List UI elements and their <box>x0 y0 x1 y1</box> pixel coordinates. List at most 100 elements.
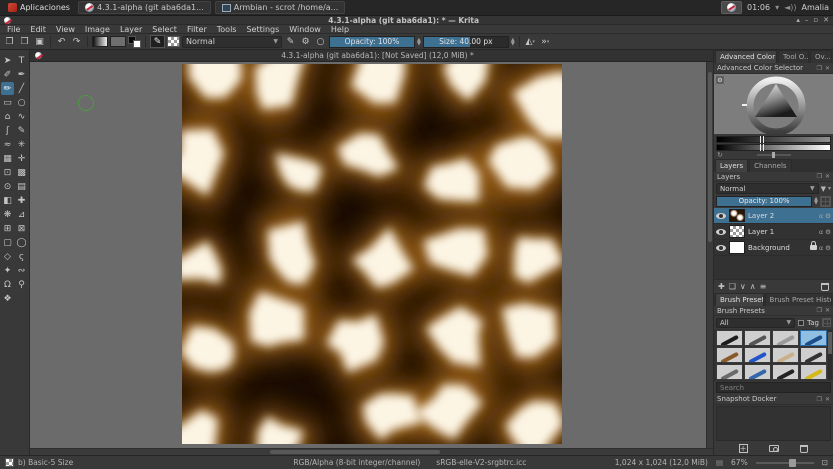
value-slider[interactable] <box>716 136 831 143</box>
tool-similar-select[interactable]: ✦ <box>1 264 14 277</box>
brush-preset-1[interactable] <box>744 330 771 346</box>
tool-magnetic-select[interactable]: Ω <box>1 278 14 291</box>
layer-opacity-slider[interactable]: Opacity: 100% <box>716 196 812 207</box>
tool-polygon[interactable]: ⌂ <box>1 110 14 123</box>
brush-preset-9[interactable] <box>744 364 771 380</box>
tag-checkbox[interactable] <box>798 320 804 326</box>
close-icon[interactable]: ✕ <box>825 65 830 72</box>
delete-layer-button[interactable] <box>821 283 829 291</box>
filter-funnel-icon[interactable]: ▼ <box>821 185 826 193</box>
menu-layer[interactable]: Layer <box>115 25 147 34</box>
opacity-spinner[interactable]: ▲▼ <box>417 38 421 46</box>
alpha-lock-icon[interactable]: α <box>819 212 823 220</box>
float-docker-icon[interactable]: ❐ <box>817 65 822 72</box>
volume-icon[interactable]: ◄)) <box>784 3 796 12</box>
visibility-eye-icon[interactable] <box>716 229 726 235</box>
tool-measure[interactable]: ⊿ <box>15 208 28 221</box>
float-docker-icon[interactable]: ❐ <box>817 396 822 403</box>
chevron-down-icon[interactable]: ▾ <box>775 3 779 12</box>
applications-menu[interactable]: Aplicaciones <box>4 2 74 13</box>
krita-tray-button[interactable] <box>721 1 742 14</box>
brush-preset-2[interactable] <box>772 330 799 346</box>
tool-dynamic-brush[interactable]: ≈ <box>1 138 14 151</box>
fg-bg-colors[interactable] <box>128 36 141 48</box>
new-document-icon[interactable]: ❐ <box>3 35 16 48</box>
tool-pattern-edit[interactable]: ▤ <box>15 180 28 193</box>
brush-preset-3[interactable] <box>800 330 827 346</box>
opacity-slider[interactable]: Opacity: 100% <box>329 36 415 48</box>
canvas-area[interactable] <box>30 62 713 448</box>
undo-icon[interactable]: ↶ <box>55 35 68 48</box>
canvas-image[interactable] <box>182 64 562 444</box>
tool-bezier-select[interactable]: ∾ <box>15 264 28 277</box>
brush-preset-10[interactable] <box>772 364 799 380</box>
menu-edit[interactable]: Edit <box>25 25 51 34</box>
tab-0[interactable]: Layers <box>715 159 748 172</box>
docker-tab-0[interactable]: Advanced Color S... <box>715 50 777 63</box>
layer-row-0[interactable]: Layer 2α⚙ <box>714 208 833 224</box>
move-layer-up-button[interactable]: ∧ <box>750 282 756 291</box>
add-snapshot-button[interactable]: + <box>739 444 748 453</box>
zoom-slider[interactable] <box>756 462 814 464</box>
redo-icon[interactable]: ↷ <box>70 35 83 48</box>
brush-preset-6[interactable] <box>772 347 799 363</box>
layer-list-empty[interactable] <box>714 256 833 279</box>
brush-preset-7[interactable] <box>800 347 827 363</box>
fill-pattern-button[interactable] <box>167 36 180 47</box>
tool-polygon-select[interactable]: ◇ <box>1 250 14 263</box>
tool-freehand-brush[interactable]: ✏ <box>1 82 14 95</box>
document-tab[interactable]: 4.3.1-alpha (git aba6da1): [Not Saved] (… <box>30 50 713 62</box>
layers-title[interactable]: Layers ❐✕ <box>714 172 833 182</box>
preset-scrollbar[interactable] <box>828 330 832 380</box>
size-spinner[interactable]: ▲▼ <box>511 38 515 46</box>
save-icon[interactable]: ▣ <box>33 35 46 48</box>
zoom-value[interactable]: 67% <box>731 458 748 467</box>
brush-tab-0[interactable]: Brush Presets <box>715 293 764 306</box>
brush-preset-11[interactable] <box>800 364 827 380</box>
shade-button[interactable]: ▴ <box>796 16 800 24</box>
float-docker-icon[interactable]: ❐ <box>817 307 822 314</box>
brush-preset-0[interactable] <box>716 330 743 346</box>
snapshot-docker-title[interactable]: Snapshot Docker ❐✕ <box>714 394 833 405</box>
brush-presets-title[interactable]: Brush Presets ❐✕ <box>714 306 833 316</box>
reload-preset-icon[interactable]: ○ <box>314 35 327 48</box>
tool-line[interactable]: ╱ <box>15 82 28 95</box>
camera-icon[interactable] <box>769 445 779 452</box>
menu-window[interactable]: Window <box>284 25 326 34</box>
minimize-button[interactable]: – <box>805 16 809 24</box>
tool-freehand-select[interactable]: ς <box>15 250 28 263</box>
brush-preset-8[interactable] <box>716 364 743 380</box>
tool-smart-patch[interactable]: ❋ <box>1 208 14 221</box>
menu-view[interactable]: View <box>51 25 80 34</box>
layer-properties-button[interactable]: ≡ <box>760 282 767 291</box>
close-button[interactable]: ✕ <box>823 16 829 24</box>
tool-edit-shapes[interactable]: ✐ <box>1 68 14 81</box>
alpha-lock-icon[interactable]: α <box>819 228 823 236</box>
lock-icon[interactable] <box>810 245 817 250</box>
visibility-eye-icon[interactable] <box>716 245 726 251</box>
menu-file[interactable]: File <box>2 25 25 34</box>
trash-icon[interactable] <box>800 445 808 453</box>
menu-image[interactable]: Image <box>80 25 115 34</box>
menu-settings[interactable]: Settings <box>241 25 284 34</box>
brush-preset-4[interactable] <box>716 347 743 363</box>
snapshot-list[interactable] <box>716 406 831 441</box>
brush-filter-select[interactable]: All▼ <box>716 318 795 328</box>
brush-tab-1[interactable]: Brush Preset History <box>765 293 832 306</box>
tool-gradient[interactable]: ▩ <box>15 166 28 179</box>
tab-1[interactable]: Channels <box>749 159 791 172</box>
pattern-swatch[interactable] <box>110 36 126 47</box>
tool-text[interactable]: T <box>15 54 28 67</box>
color-wheel[interactable]: ⚙ <box>714 74 833 134</box>
float-docker-icon[interactable]: ❐ <box>817 173 822 180</box>
duplicate-layer-button[interactable]: ❏ <box>729 282 736 291</box>
user-name[interactable]: Amalia <box>801 3 829 12</box>
tool-multibrush[interactable]: ✳ <box>15 138 28 151</box>
tool-assistants[interactable]: ⊞ <box>1 222 14 235</box>
tool-freehand-path[interactable]: ✎ <box>15 124 28 137</box>
tool-polyline[interactable]: ∿ <box>15 110 28 123</box>
layer-opacity-spinner[interactable]: ▲▼ <box>814 197 818 205</box>
mirror-button[interactable]: ◭▾ <box>524 35 537 48</box>
size-slider[interactable]: Size: 40.00 px <box>423 36 509 48</box>
gear-icon[interactable]: ⚙ <box>716 76 724 84</box>
